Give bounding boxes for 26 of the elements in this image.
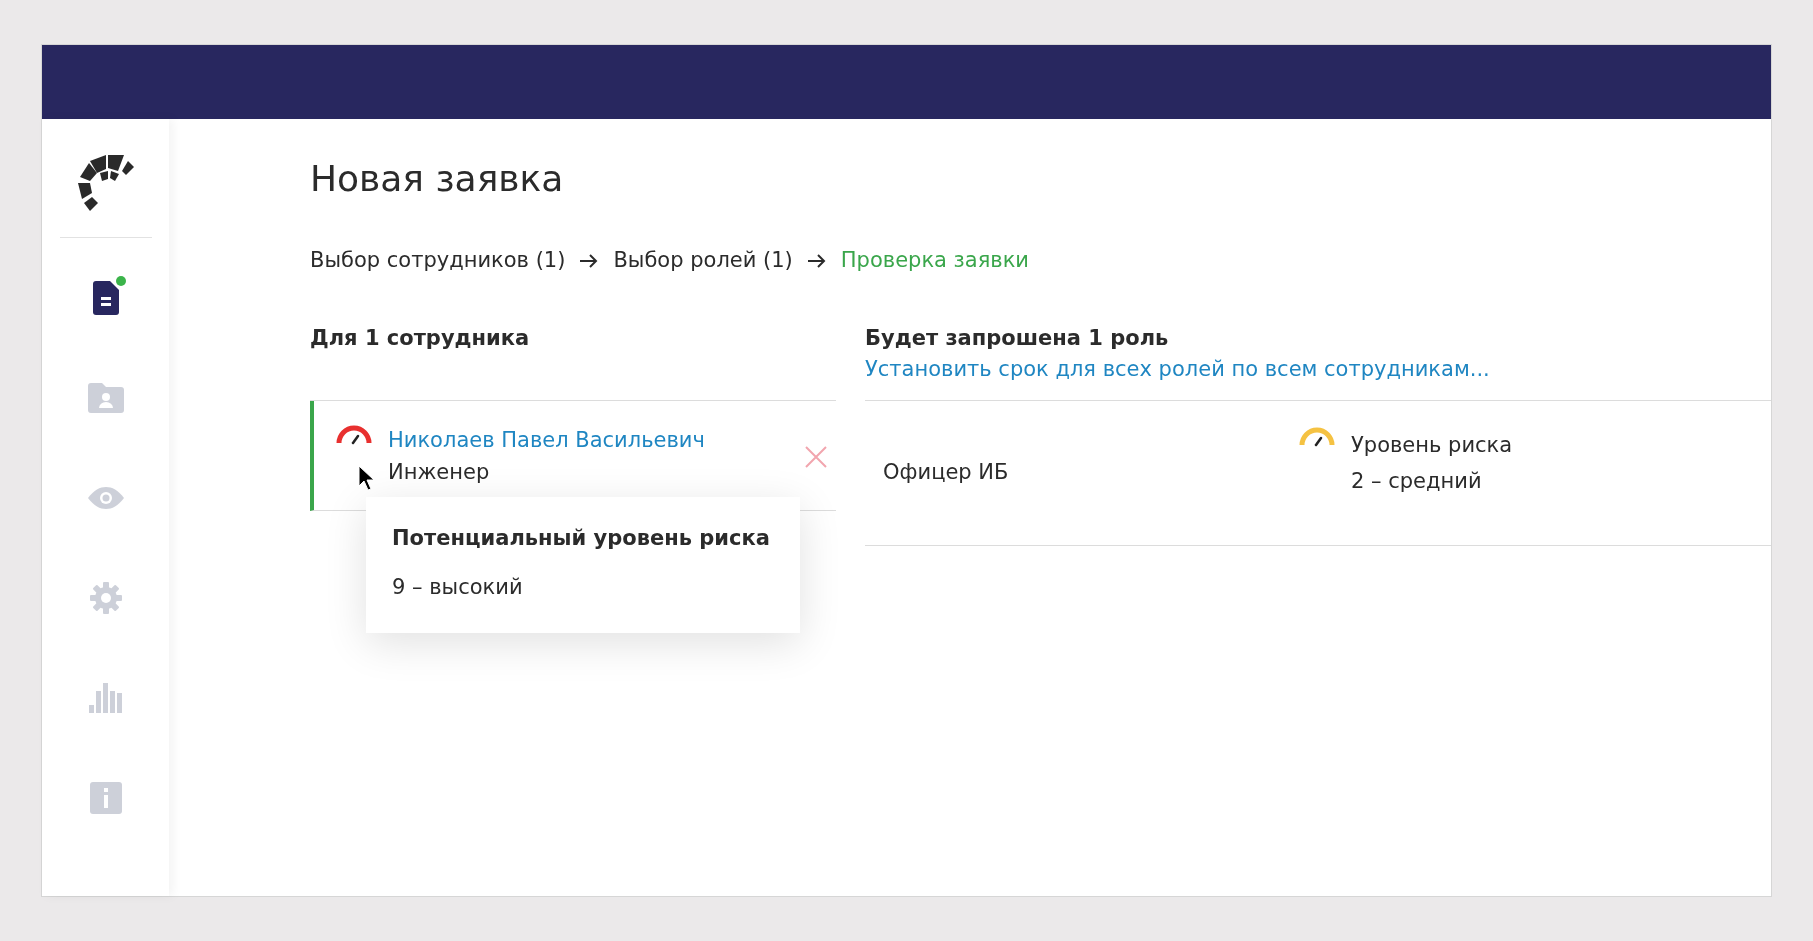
risk-value: 2 – средний — [1351, 467, 1483, 495]
employee-position: Инженер — [388, 458, 491, 486]
mouse-cursor-icon — [358, 464, 376, 491]
folder-person-icon — [87, 383, 124, 413]
page-title: Новая заявка — [310, 161, 565, 197]
role-name: Офицер ИБ — [883, 458, 1010, 486]
section-heading: Будет запрошена 1 роль — [865, 324, 1170, 352]
info-icon — [89, 782, 122, 814]
tooltip-title: Потенциальный уровень риска — [392, 524, 771, 552]
breadcrumb-step[interactable]: Выбор сотрудников (1) — [310, 245, 566, 277]
close-button[interactable] — [804, 444, 828, 469]
breadcrumb-step[interactable]: Проверка заявки — [840, 245, 1029, 277]
close-icon — [805, 445, 827, 468]
tooltip-value: 9 – высокий — [392, 574, 524, 601]
settings-icon — [89, 582, 122, 614]
eye-icon — [87, 487, 124, 509]
logo-icon — [77, 153, 134, 213]
set-deadline-link[interactable]: Установить срок для всех ролей по всем сотрудникам... — [865, 357, 1490, 381]
breadcrumb-step[interactable]: Выбор ролей (1) — [613, 245, 793, 277]
section-heading: Для 1 сотрудника — [310, 324, 531, 352]
risk-label: Уровень риска — [1351, 431, 1513, 459]
arrow-right-icon — [806, 252, 827, 269]
document-icon — [92, 281, 119, 315]
bar-chart-icon — [88, 683, 123, 713]
employee-name-link[interactable]: Николаев Павел Васильевич — [388, 424, 705, 455]
arrow-right-icon — [579, 252, 600, 269]
